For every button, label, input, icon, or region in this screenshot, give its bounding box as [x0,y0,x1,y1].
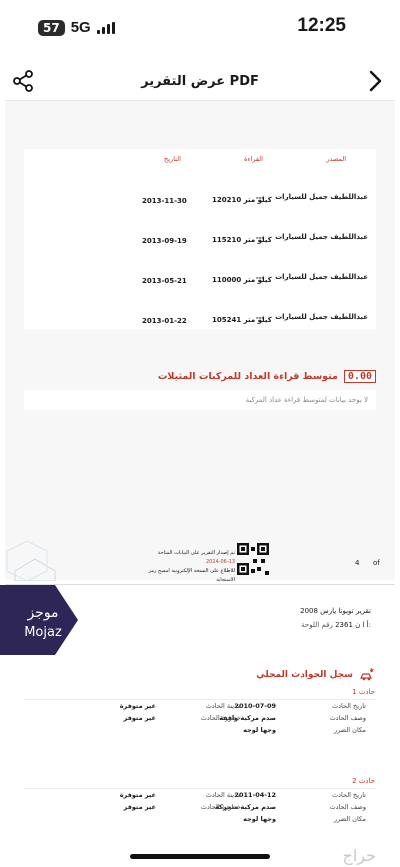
average-badge: 0.00 [343,369,376,383]
average-header: متوسط قراءة العداد للمركبات المثيلات 0.0… [24,366,376,386]
car-model: تقرير تويوتا يارس 2008 [300,607,371,615]
page-footer: تم إصدار التقرير على البيانات المتاحة 20… [5,541,395,583]
page-title: عرض التقرير PDF [141,74,259,89]
field-label: وصف الحادث [329,714,366,722]
accident-row: تاريخ الحادث 2010-07-09 مدينة الحادث غير… [24,700,376,712]
table-row: عبداللطيف جميل للسيارات ▪▪▪ 105241 كيلو … [24,291,376,329]
footer-note-line2: للاطلاع على النسخة الإلكترونية امسح رمز … [148,568,235,583]
accident-row: وصف الحادث صدم مركبة واقفة خطورة الحادث … [24,712,376,724]
header-source: المصدر [326,155,346,163]
field-value: وجها لوجه [243,726,276,734]
plate-number: أ ا ن 2361 رقم اللوحة: [301,621,371,629]
logo-english: Mojaz [24,625,62,640]
accident-1-label: حادث 1 [352,688,375,696]
table-header: المصدر القراءة التاريخ [24,149,376,169]
row-source: عبداللطيف جميل للسيارات [275,233,368,241]
clock: 12:25 [297,15,346,36]
mileage-table: المصدر القراءة التاريخ عبداللطيف جميل لل… [24,149,376,329]
car-crash-icon [360,667,374,681]
row-date: 2013-01-22 [142,317,187,325]
table-row: عبداللطيف جميل للسيارات ▪▪▪ 120210 كيلو … [24,171,376,209]
home-indicator[interactable] [130,854,270,859]
hexagon-decoration-icon [6,541,56,581]
row-reading: 110000 كيلو متر [212,276,272,284]
table-row: عبداللطيف جميل للسيارات ▪▪▪ 110000 كيلو … [24,251,376,289]
table-row: عبداللطيف جميل للسيارات ▪▪▪ 115210 كيلو … [24,211,376,249]
accidents-title: سجل الحوادث المحلي [256,670,353,680]
plate-value: أ ا ن 2361 [335,621,369,629]
footer-note-date: 2024-06-13 [205,559,235,565]
footer-note: تم إصدار التقرير على البيانات المتاحة 20… [145,549,235,585]
row-reading: 120210 كيلو متر [212,196,272,204]
row-reading: 105241 كيلو متر [212,316,272,324]
field-label: تاريخ الحادث [332,791,366,799]
header-reading: القراءة [244,155,263,163]
row-reading: 115210 كيلو متر [212,236,272,244]
accident-row: وصف الحادث صدم مركبة متحركة خطورة الحادث… [24,801,376,813]
header-date: التاريخ [164,155,181,163]
qr-code-icon [237,543,269,575]
footer-note-line1: تم إصدار التقرير على البيانات المتاحة [157,550,235,556]
accident-1-card: تاريخ الحادث 2010-07-09 مدينة الحادث غير… [24,699,376,736]
field-value: غير متوفرة [119,791,156,799]
row-source: عبداللطيف جميل للسيارات [275,193,368,201]
field-value: غير متوفر [123,714,156,722]
accident-row: مكان الضرر وجها لوجه [24,724,376,736]
field-label: وصف الحادث [329,803,366,811]
field-label: مكان الضرر [333,815,366,823]
status-indicators: 57 5G [38,19,115,36]
row-source: عبداللطيف جميل للسيارات [275,313,368,321]
row-date: 2013-05-21 [142,277,187,285]
average-reading-section: متوسط قراءة العداد للمركبات المثيلات 0.0… [24,366,376,410]
row-source: عبداللطيف جميل للسيارات [275,273,368,281]
field-label: خطورة الحادث [200,714,241,722]
row-date: 2013-09-19 [142,237,187,245]
status-bar: 57 5G 12:25 [0,0,400,52]
network-label: 5G [70,19,91,36]
average-empty-message: لا يوجد بيانات لمتوسط قراءة عداد المركبة [24,390,376,410]
back-chevron-icon[interactable] [368,70,382,92]
field-label: مدينة الحادث [205,791,241,799]
accident-row: تاريخ الحادث 2011-04-12 مدينة الحادث غير… [24,789,376,801]
average-title: متوسط قراءة العداد للمركبات المثيلات [157,370,338,382]
logo-arabic: موجز [27,605,59,621]
accident-row: مكان الضرر وجها لوجه [24,813,376,825]
page-of-label: of [373,559,380,567]
accidents-header: سجل الحوادث المحلي [256,667,375,683]
page-number: 4 [355,559,360,567]
accident-2-label: حادث 2 [352,777,375,785]
pdf-page-4[interactable]: المصدر القراءة التاريخ عبداللطيف جميل لل… [5,100,395,583]
battery-indicator: 57 [38,19,65,36]
pdf-page-5[interactable]: موجز Mojaz تقرير تويوتا يارس 2008 أ ا ن … [0,584,395,867]
row-date: 2013-11-30 [142,197,187,205]
accident-2-card: تاريخ الحادث 2011-04-12 مدينة الحادث غير… [24,788,376,825]
signal-icon [96,21,115,34]
field-value: غير متوفر [123,803,156,811]
field-value: وجها لوجه [243,815,276,823]
field-value: غير متوفرة [119,702,156,710]
field-label: مكان الضرر [333,726,366,734]
field-label: خطورة الحادث [200,803,241,811]
field-label: تاريخ الحادث [332,702,366,710]
watermark: حراج [342,846,377,865]
field-label: مدينة الحادث [205,702,241,710]
